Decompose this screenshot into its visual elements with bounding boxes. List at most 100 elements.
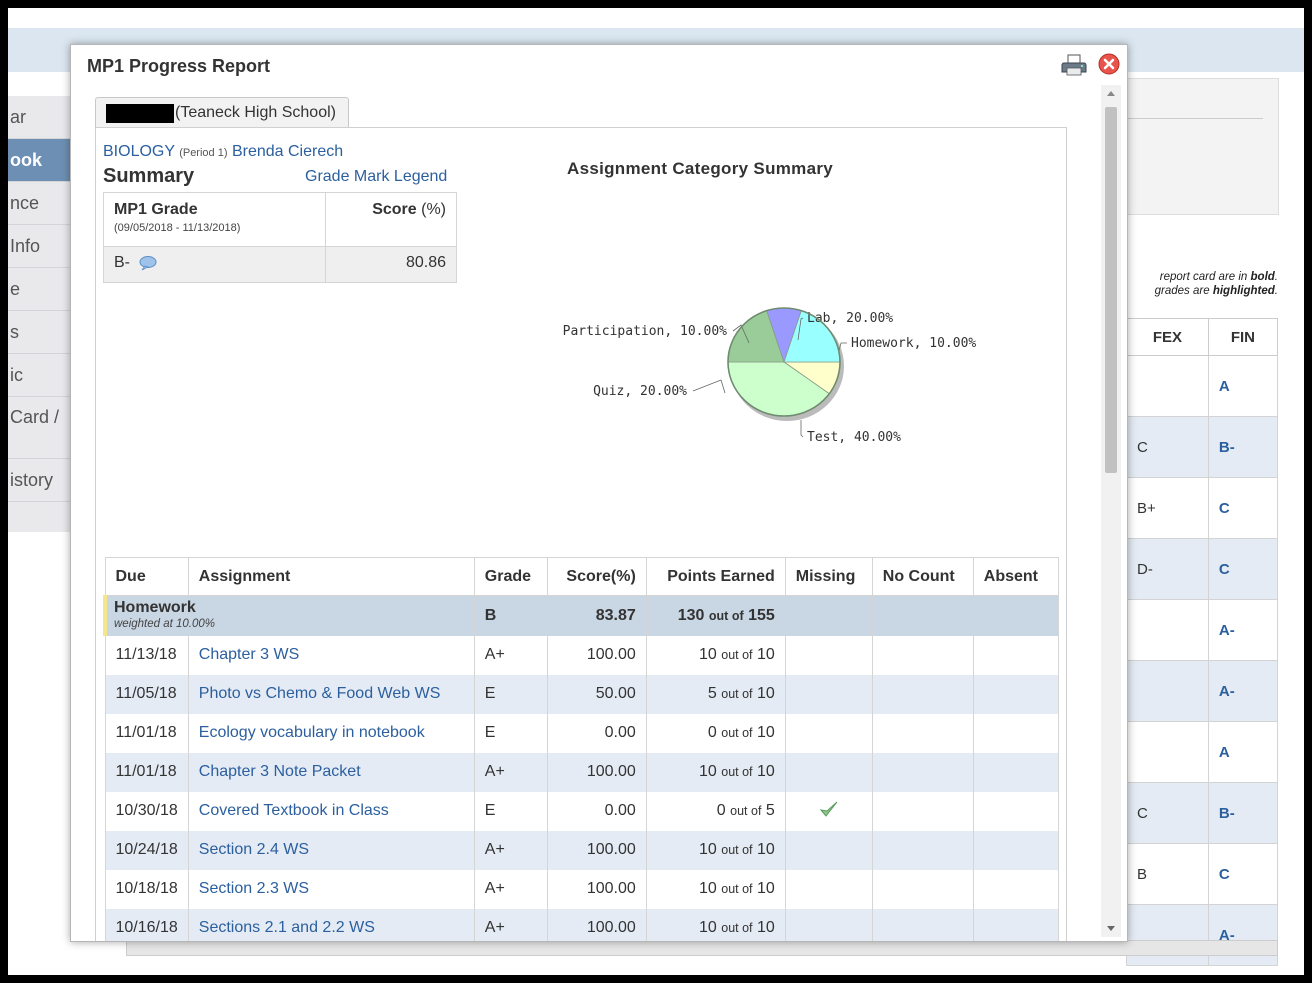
pie-label-homework: Homework, 10.00% xyxy=(851,336,976,351)
school-name: (Teaneck High School) xyxy=(175,104,336,121)
scroll-down-arrow-icon[interactable] xyxy=(1107,926,1115,931)
missing-cell xyxy=(784,908,873,941)
missing-cell xyxy=(784,713,873,753)
note-line-bold: report card are in bold. xyxy=(1159,271,1278,283)
col-missing[interactable]: Missing xyxy=(784,557,873,596)
sidebar-item[interactable]: Info xyxy=(8,225,70,268)
dialog-vertical-scrollbar[interactable] xyxy=(1101,85,1121,937)
sidebar-item[interactable]: s xyxy=(8,311,70,354)
assignment-name-cell: Chapter 3 WS xyxy=(187,635,475,675)
col-no-count[interactable]: No Count xyxy=(871,557,974,596)
background-grade-row: A- xyxy=(1126,660,1279,722)
fex-cell xyxy=(1126,904,1209,966)
fin-grade-link[interactable]: B- xyxy=(1207,416,1279,478)
assignment-grade: A+ xyxy=(473,908,548,941)
pie-label-quiz: Quiz, 20.00% xyxy=(593,384,687,399)
assignment-grade: A+ xyxy=(473,830,548,870)
col-points-earned[interactable]: Points Earned xyxy=(645,557,786,596)
tab-student-school[interactable]: (Teaneck High School) xyxy=(95,97,349,128)
assignment-points: 0 out of 10 xyxy=(645,713,786,753)
points-earned: 10 xyxy=(699,841,717,858)
no-count-cell xyxy=(871,869,974,909)
fex-cell xyxy=(1126,355,1209,417)
assignment-link[interactable]: Section 2.4 WS xyxy=(199,841,309,858)
fin-grade-link[interactable]: A xyxy=(1207,721,1279,783)
sidebar-item[interactable]: istory xyxy=(8,459,70,502)
assignment-row: 10/24/18 Section 2.4 WS A+ 100.00 10 out of … xyxy=(104,830,1060,870)
assignment-name-cell: Section 2.4 WS xyxy=(187,830,475,870)
progress-report-dialog: MP1 Progress Report (Teaneck High School… xyxy=(70,44,1128,942)
assignment-score: 100.00 xyxy=(546,635,647,675)
sidebar-item[interactable]: ar xyxy=(8,96,70,139)
points-possible: 10 xyxy=(756,724,775,741)
assignment-name-cell: Section 2.3 WS xyxy=(187,869,475,909)
due-date: 11/01/18 xyxy=(104,752,189,792)
assignment-link[interactable]: Photo vs Chemo & Food Web WS xyxy=(199,685,441,702)
fin-grade-link[interactable]: A- xyxy=(1207,660,1279,722)
col-grade[interactable]: Grade xyxy=(473,557,548,596)
points-out-of: out of xyxy=(721,921,753,935)
category-possible: 155 xyxy=(748,606,775,624)
absent-cell xyxy=(972,908,1060,941)
fin-grade-link[interactable]: A- xyxy=(1207,599,1279,661)
background-horizontal-scrollbar[interactable] xyxy=(126,940,1278,956)
col-score[interactable]: Score(%) xyxy=(546,557,647,596)
absent-cell xyxy=(972,869,1060,909)
fex-cell: D- xyxy=(1126,538,1209,600)
sidebar-item[interactable]: ic xyxy=(8,354,70,397)
sidebar-item[interactable]: nce xyxy=(8,182,70,225)
col-assignment[interactable]: Assignment xyxy=(187,557,475,596)
missing-cell xyxy=(784,869,873,909)
assignment-points: 10 out of 10 xyxy=(645,908,786,941)
printer-icon[interactable] xyxy=(1061,53,1087,77)
col-absent[interactable]: Absent xyxy=(972,557,1060,596)
assignment-link[interactable]: Covered Textbook in Class xyxy=(199,802,389,819)
missing-check-icon xyxy=(819,801,838,817)
app-sidebar: ar ook nce Info e s ic Card / istory xyxy=(8,96,71,532)
fin-grade-link[interactable]: B- xyxy=(1207,782,1279,844)
points-earned: 0 xyxy=(716,802,726,819)
sidebar-item[interactable]: ook xyxy=(8,139,70,182)
missing-cell xyxy=(784,674,873,714)
course-period: (Period 1) xyxy=(179,147,228,159)
assignment-row: 11/01/18 Chapter 3 Note Packet A+ 100.00 10 … xyxy=(104,752,1060,792)
teacher-link[interactable]: Brenda Cierech xyxy=(232,143,343,160)
close-icon[interactable] xyxy=(1098,53,1120,75)
points-out-of: out of xyxy=(721,765,753,779)
fin-grade-link[interactable]: C xyxy=(1207,843,1279,905)
fin-grade-link[interactable]: A- xyxy=(1207,904,1279,966)
comment-bubble-icon[interactable] xyxy=(138,255,158,271)
background-grade-table: FEX FIN A C B- B+ C D- C A- A- A C B- B C A- xyxy=(1126,318,1279,966)
background-grade-row: A xyxy=(1126,721,1279,783)
fin-grade-link[interactable]: A xyxy=(1207,355,1279,417)
points-earned: 10 xyxy=(699,880,717,897)
fin-grade-link[interactable]: C xyxy=(1207,538,1279,600)
absent-cell xyxy=(972,830,1060,870)
grade-mark-legend-link[interactable]: Grade Mark Legend xyxy=(305,168,447,186)
assignment-score: 100.00 xyxy=(546,830,647,870)
col-due[interactable]: Due xyxy=(104,557,189,596)
background-grade-row: A xyxy=(1126,355,1279,417)
assignment-link[interactable]: Chapter 3 Note Packet xyxy=(199,763,361,780)
sidebar-item[interactable]: e xyxy=(8,268,70,311)
due-date: 11/05/18 xyxy=(104,674,189,714)
mp-grade-dates: (09/05/2018 - 11/13/2018) xyxy=(114,222,241,234)
assignment-link[interactable]: Section 2.3 WS xyxy=(199,880,309,897)
points-possible: 10 xyxy=(756,685,775,702)
points-possible: 10 xyxy=(756,646,775,663)
due-date: 10/24/18 xyxy=(104,830,189,870)
assignment-link[interactable]: Sections 2.1 and 2.2 WS xyxy=(199,919,375,936)
fin-grade-link[interactable]: C xyxy=(1207,477,1279,539)
sidebar-item[interactable]: Card / xyxy=(8,397,70,459)
scroll-up-arrow-icon[interactable] xyxy=(1107,91,1115,96)
assignment-link[interactable]: Ecology vocabulary in notebook xyxy=(199,724,425,741)
score-header: Score (%) xyxy=(325,192,457,247)
no-count-cell xyxy=(871,752,974,792)
points-out-of: out of xyxy=(721,687,753,701)
assignment-points: 5 out of 10 xyxy=(645,674,786,714)
course-name-link[interactable]: BIOLOGY xyxy=(103,143,175,160)
points-possible: 10 xyxy=(756,763,775,780)
assignment-link[interactable]: Chapter 3 WS xyxy=(199,646,299,663)
missing-cell xyxy=(784,791,873,831)
scroll-thumb[interactable] xyxy=(1105,107,1117,473)
